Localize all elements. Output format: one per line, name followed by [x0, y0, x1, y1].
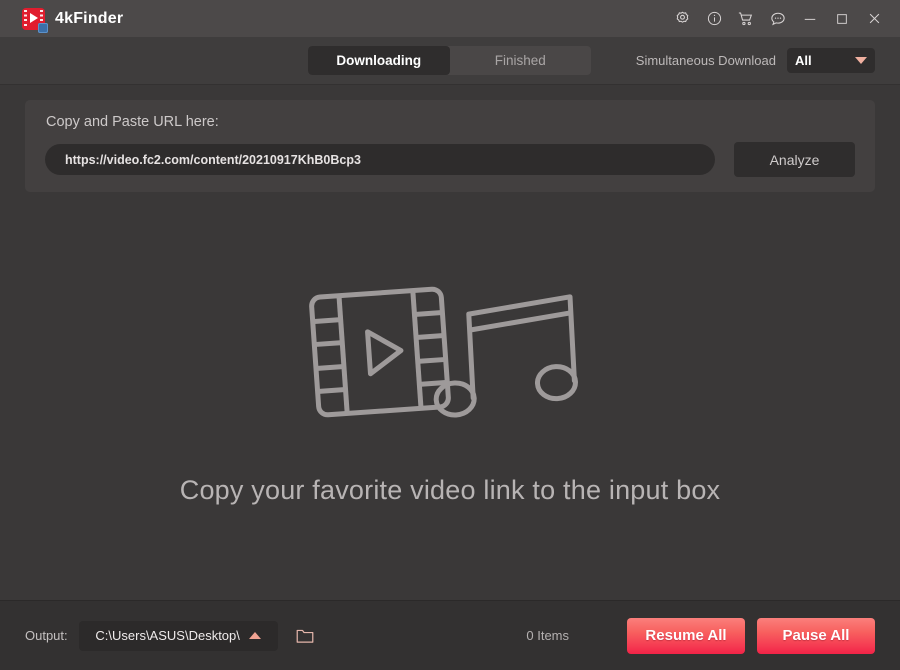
open-folder-icon[interactable] — [294, 625, 316, 647]
empty-state-message: Copy your favorite video link to the inp… — [180, 475, 721, 506]
main-content: Copy and Paste URL here: https://video.f… — [0, 85, 900, 600]
simultaneous-download-value: All — [795, 53, 812, 68]
simultaneous-download-control: Simultaneous Download All — [636, 37, 875, 84]
output-label: Output: — [25, 628, 68, 643]
chevron-down-icon — [855, 57, 867, 64]
feedback-chat-icon[interactable] — [762, 4, 794, 34]
output-path-value: C:\Users\ASUS\Desktop\ — [95, 628, 240, 643]
info-circle-icon[interactable] — [698, 4, 730, 34]
url-panel: Copy and Paste URL here: https://video.f… — [25, 100, 875, 192]
simultaneous-download-label: Simultaneous Download — [636, 53, 776, 68]
items-count: 0 Items — [526, 628, 569, 643]
minimize-icon[interactable] — [794, 4, 826, 34]
close-icon[interactable] — [858, 4, 890, 34]
resume-all-button[interactable]: Resume All — [627, 618, 745, 654]
output-path-select[interactable]: C:\Users\ASUS\Desktop\ — [79, 621, 278, 651]
url-input-value: https://video.fc2.com/content/20210917Kh… — [65, 153, 361, 167]
app-brand: 4kFinder — [22, 8, 123, 30]
chevron-up-icon — [249, 632, 261, 639]
title-bar: 4kFinder — [0, 0, 900, 37]
app-title: 4kFinder — [55, 10, 123, 28]
logo-play-triangle — [30, 13, 38, 23]
header-bar: Downloading Finished Simultaneous Downlo… — [0, 37, 900, 85]
app-logo-video-play-icon — [22, 8, 45, 30]
video-film-and-music-note-icon — [305, 275, 595, 430]
url-panel-label: Copy and Paste URL here: — [46, 114, 219, 130]
footer-bar: Output: C:\Users\ASUS\Desktop\ 0 Items R… — [0, 600, 900, 670]
shopping-cart-icon[interactable] — [730, 4, 762, 34]
tab-group: Downloading Finished — [308, 46, 591, 75]
logo-badge — [38, 23, 48, 33]
settings-gear-icon[interactable] — [666, 4, 698, 34]
app-window: 4kFinder — [0, 0, 900, 670]
url-input[interactable]: https://video.fc2.com/content/20210917Kh… — [45, 144, 715, 175]
analyze-button[interactable]: Analyze — [734, 142, 855, 177]
tab-finished[interactable]: Finished — [450, 46, 592, 75]
titlebar-icon-group — [666, 4, 890, 34]
pause-all-button[interactable]: Pause All — [757, 618, 875, 654]
maximize-icon[interactable] — [826, 4, 858, 34]
tab-downloading[interactable]: Downloading — [308, 46, 450, 75]
logo-film-strip-left — [24, 10, 27, 28]
empty-state: Copy your favorite video link to the inp… — [0, 275, 900, 506]
simultaneous-download-select[interactable]: All — [787, 48, 875, 73]
